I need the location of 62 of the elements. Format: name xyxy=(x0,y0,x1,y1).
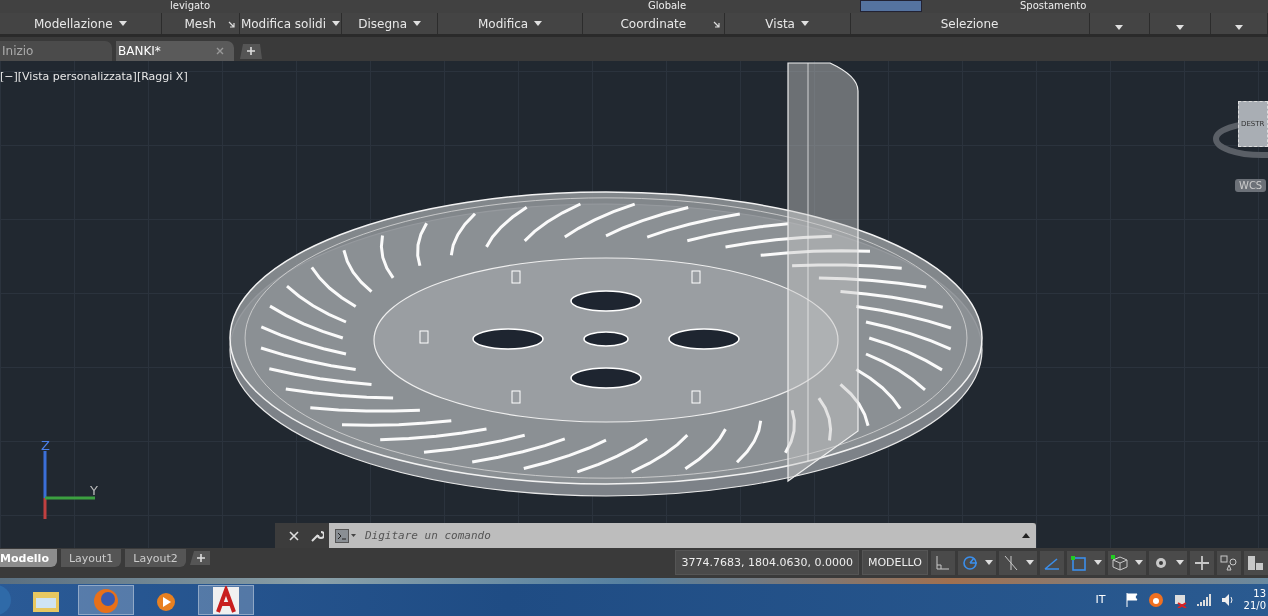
command-line-field[interactable]: Digitare un comando xyxy=(329,522,1036,549)
cad-taskbar-button[interactable] xyxy=(198,585,254,615)
panel-title[interactable]: Modifica xyxy=(478,16,529,31)
file-tab[interactable]: Inizio xyxy=(0,40,112,61)
launcher-icon[interactable] xyxy=(712,21,720,28)
selection-swatch[interactable] xyxy=(860,0,922,12)
browser-icon xyxy=(91,586,121,614)
dropdown-button[interactable] xyxy=(1091,550,1105,575)
language-indicator[interactable]: IT xyxy=(1095,593,1106,607)
prompt-icon[interactable] xyxy=(335,528,357,543)
caret-icon[interactable] xyxy=(118,21,127,26)
axis-label: Y xyxy=(90,482,98,498)
panel-title[interactable]: Selezione xyxy=(940,16,999,31)
ortho-toggle-icon[interactable] xyxy=(931,550,955,575)
viewport-label[interactable]: [−][Vista personalizzata][Raggi X] xyxy=(0,69,188,83)
coordinates-readout[interactable]: 3774.7683, 1804.0630, 0.0000 xyxy=(675,550,859,576)
blocks-toggle-icon[interactable] xyxy=(1244,550,1268,575)
dropdown-button[interactable] xyxy=(1132,550,1146,575)
gear-toggle-icon[interactable] xyxy=(1149,550,1173,575)
cad-icon xyxy=(211,586,241,614)
caret-icon[interactable] xyxy=(1234,25,1243,30)
osnap3d-toggle-icon[interactable] xyxy=(1108,550,1132,575)
panel-title[interactable]: Coordinate xyxy=(620,16,687,31)
caret-icon[interactable] xyxy=(413,21,421,26)
plus-toggle-icon[interactable] xyxy=(1190,550,1214,575)
caret-icon[interactable] xyxy=(534,21,543,26)
speaker-icon[interactable] xyxy=(1219,592,1236,608)
add-layout-icon[interactable] xyxy=(189,551,210,566)
panel-title[interactable]: Vista xyxy=(765,16,795,31)
caret-icon[interactable] xyxy=(800,21,809,26)
expand-icon[interactable] xyxy=(1022,533,1030,539)
annotate-toggle-icon[interactable] xyxy=(1217,550,1241,575)
wrench-icon[interactable] xyxy=(309,528,324,543)
panel-title[interactable]: Modifica solidi xyxy=(240,16,327,31)
file-tab[interactable]: BANKI* xyxy=(116,40,234,61)
dropdown-button[interactable] xyxy=(982,550,996,575)
isoplane-toggle-icon[interactable] xyxy=(999,550,1023,575)
layout-tab[interactable]: Layout1 xyxy=(60,549,122,568)
panel-title[interactable]: Disegna xyxy=(358,16,407,31)
dropdown-button[interactable] xyxy=(1173,550,1187,575)
start-orb-icon[interactable] xyxy=(0,584,14,616)
layout-tab[interactable]: Layout2 xyxy=(125,549,186,568)
flag-icon[interactable] xyxy=(1123,592,1140,608)
caret-icon[interactable] xyxy=(1175,25,1184,30)
new-tab-icon[interactable] xyxy=(238,42,262,59)
polar-toggle-icon[interactable] xyxy=(958,550,982,575)
panel-title[interactable]: Mesh xyxy=(184,16,217,31)
dropdown-value[interactable]: Globale xyxy=(648,0,687,12)
clock-time[interactable]: 13 xyxy=(1253,588,1266,600)
tool-label: levigato xyxy=(170,0,211,12)
axis-label: Z xyxy=(41,437,50,453)
caret-icon[interactable] xyxy=(1115,25,1124,30)
dropdown-button[interactable] xyxy=(1023,550,1037,575)
signal-icon[interactable] xyxy=(1195,592,1212,608)
launcher-icon[interactable] xyxy=(227,21,235,28)
panel-title[interactable]: Modellazione xyxy=(33,16,113,31)
tool-label: Spostamento xyxy=(1020,0,1087,12)
clock-date[interactable]: 21/0 xyxy=(1243,600,1266,612)
model-space-button[interactable]: MODELLO xyxy=(861,550,928,576)
tracking-toggle-icon[interactable] xyxy=(1040,550,1064,575)
browser-taskbar-button[interactable] xyxy=(78,585,134,615)
osnap-toggle-icon[interactable] xyxy=(1067,550,1091,575)
